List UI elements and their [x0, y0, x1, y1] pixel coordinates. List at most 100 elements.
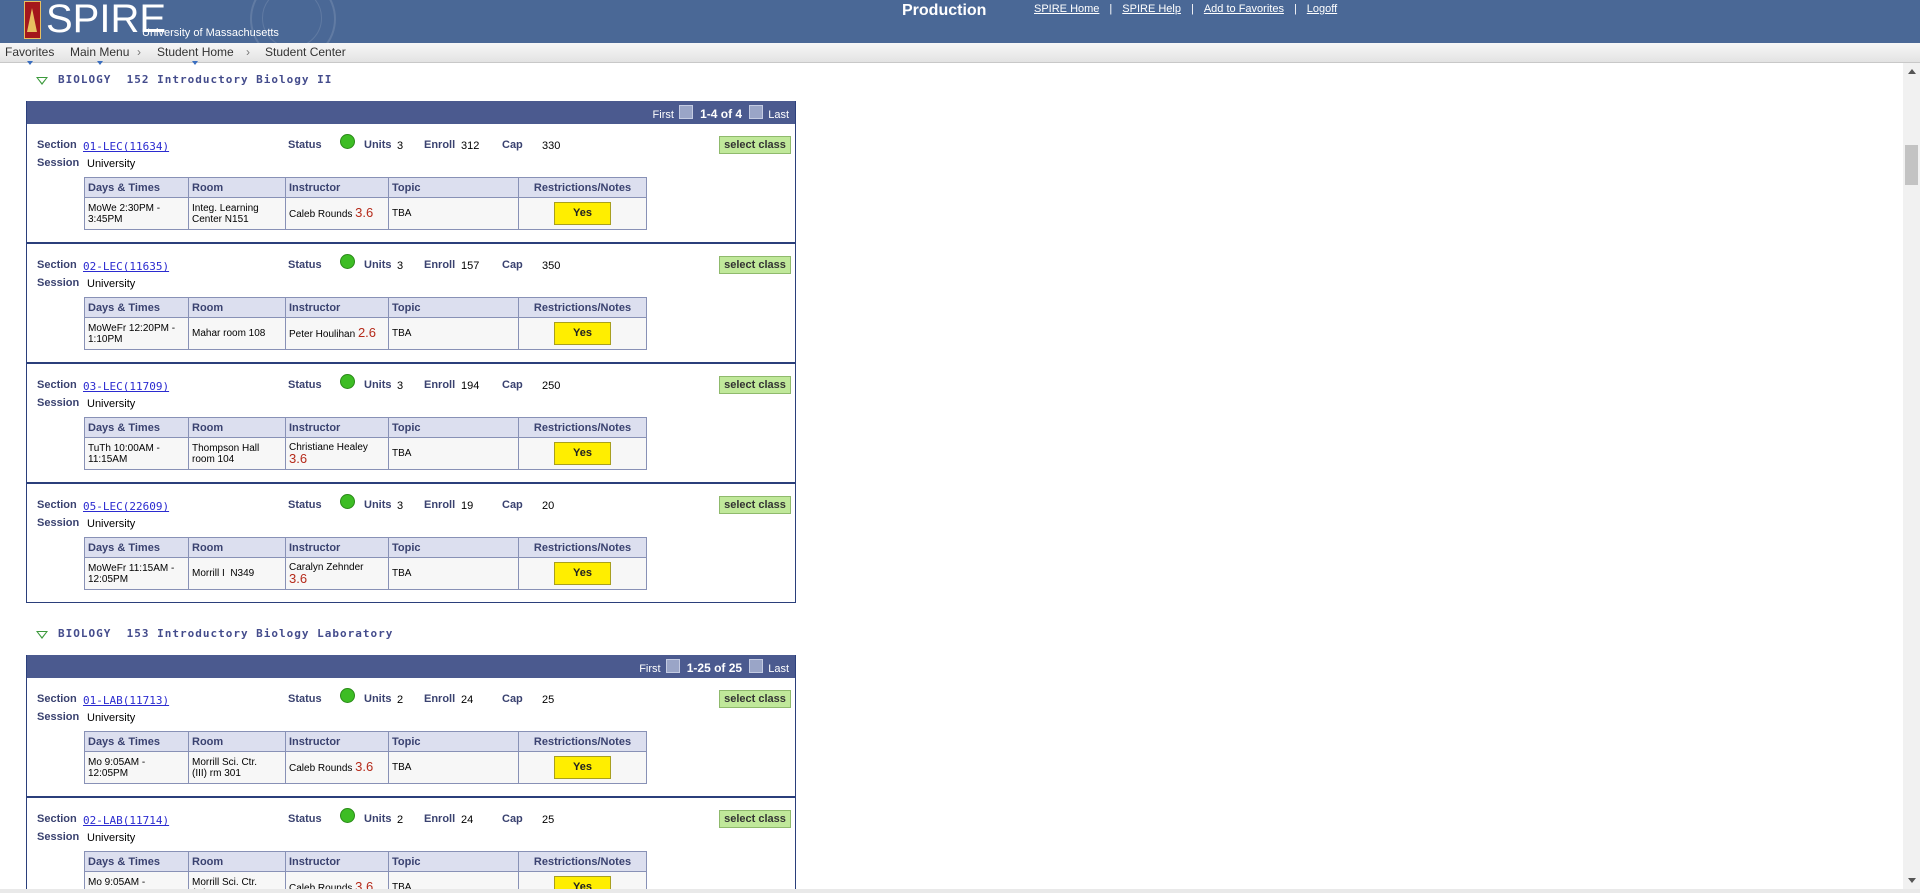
- col-days-times: Days & Times: [84, 177, 189, 198]
- room-cell: Morrill Sci. Ctr. (III) rm 301: [188, 751, 286, 784]
- topic-cell: TBA: [388, 317, 519, 350]
- col-days-times: Days & Times: [84, 731, 189, 752]
- scroll-down-icon[interactable]: [1908, 878, 1916, 883]
- collapse-triangle-icon[interactable]: [36, 77, 48, 85]
- col-restrictions: Restrictions/Notes: [518, 297, 647, 318]
- room-cell: Morrill I N349: [188, 557, 286, 590]
- course-header[interactable]: BIOLOGY 152 Introductory Biology II: [0, 63, 1900, 93]
- col-days-times: Days & Times: [84, 417, 189, 438]
- section-code-link[interactable]: 02-LAB(11714): [83, 814, 169, 827]
- prev-arrow-icon[interactable]: [679, 105, 693, 119]
- cap-value: 350: [542, 260, 561, 272]
- status-open-icon: [340, 134, 355, 149]
- section-code-link[interactable]: 05-LEC(22609): [83, 500, 169, 513]
- class-section: Section 05-LEC(22609) Status Units 3 Enr…: [27, 484, 795, 602]
- session-label: Session: [37, 831, 80, 843]
- select-class-button[interactable]: select class: [719, 376, 791, 394]
- meeting-table: Days & Times Room Instructor Topic Restr…: [84, 417, 647, 470]
- status-label: Status: [288, 379, 322, 391]
- first-link[interactable]: First: [653, 109, 674, 121]
- select-class-button[interactable]: select class: [719, 256, 791, 274]
- col-room: Room: [188, 731, 286, 752]
- grid-header: First 1-25 of 25 Last: [27, 655, 795, 678]
- section-code-link[interactable]: 01-LEC(11634): [83, 140, 169, 153]
- instructor-cell: Caleb Rounds 3.6: [285, 751, 389, 784]
- restrictions-yes-button[interactable]: Yes: [554, 202, 611, 225]
- horizontal-scrollbar[interactable]: [0, 889, 1920, 893]
- course-block: BIOLOGY 152 Introductory Biology II Firs…: [0, 63, 1900, 603]
- session-value: University: [87, 832, 136, 844]
- spire-home-link[interactable]: SPIRE Home: [1034, 3, 1099, 15]
- restrictions-cell: Yes: [518, 317, 647, 350]
- vertical-scrollbar[interactable]: [1903, 63, 1920, 889]
- instructor-cell: Caralyn Zehnder 3.6: [285, 557, 389, 590]
- units-label: Units: [364, 139, 392, 151]
- col-restrictions: Restrictions/Notes: [518, 731, 647, 752]
- cap-label: Cap: [502, 379, 523, 391]
- col-topic: Topic: [388, 537, 519, 558]
- last-link[interactable]: Last: [768, 663, 789, 675]
- header-links: SPIRE Home | SPIRE Help | Add to Favorites | L…: [1034, 3, 1338, 15]
- col-days-times: Days & Times: [84, 537, 189, 558]
- top-header: SPIRE University of Massachusetts Produc…: [0, 0, 1920, 62]
- days-times-cell: MoWe 2:30PM - 3:45PM: [84, 197, 189, 230]
- meeting-table: Days & Times Room Instructor Topic Restr…: [84, 537, 647, 590]
- class-section: Section 03-LEC(11709) Status Units 3 Enr…: [27, 364, 795, 484]
- cap-value: 250: [542, 380, 561, 392]
- session-label: Session: [37, 157, 80, 169]
- next-arrow-icon[interactable]: [749, 659, 764, 673]
- last-link[interactable]: Last: [768, 109, 789, 121]
- logoff-link[interactable]: Logoff: [1307, 3, 1337, 15]
- cap-value: 330: [542, 140, 561, 152]
- enroll-value: 24: [461, 814, 474, 826]
- section-label: Section: [37, 813, 77, 825]
- nav-student-home[interactable]: Student Home: [157, 45, 234, 65]
- restrictions-yes-button[interactable]: Yes: [554, 562, 611, 585]
- collapse-triangle-icon[interactable]: [36, 631, 48, 639]
- units-value: 3: [397, 260, 404, 272]
- nav-student-center[interactable]: Student Center: [265, 45, 346, 59]
- topic-cell: TBA: [388, 871, 519, 889]
- table-row: MoWeFr 12:20PM - 1:10PM Mahar room 108 P…: [84, 317, 647, 350]
- section-code-link[interactable]: 02-LEC(11635): [83, 260, 169, 273]
- add-to-favorites-link[interactable]: Add to Favorites: [1204, 3, 1284, 15]
- meeting-table: Days & Times Room Instructor Topic Restr…: [84, 731, 647, 784]
- restrictions-yes-button[interactable]: Yes: [554, 756, 611, 779]
- select-class-button[interactable]: select class: [719, 136, 791, 154]
- enroll-value: 312: [461, 140, 480, 152]
- scroll-up-icon[interactable]: [1908, 69, 1916, 74]
- instructor-rating: 3.6: [355, 205, 374, 220]
- course-header[interactable]: BIOLOGY 153 Introductory Biology Laborat…: [0, 617, 1900, 647]
- col-restrictions: Restrictions/Notes: [518, 537, 647, 558]
- col-topic: Topic: [388, 297, 519, 318]
- restrictions-cell: Yes: [518, 197, 647, 230]
- select-class-button[interactable]: select class: [719, 690, 791, 708]
- units-value: 3: [397, 380, 404, 392]
- nav-favorites[interactable]: Favorites: [5, 45, 54, 65]
- col-restrictions: Restrictions/Notes: [518, 851, 647, 872]
- restrictions-yes-button[interactable]: Yes: [554, 876, 611, 889]
- units-label: Units: [364, 693, 392, 705]
- section-code-link[interactable]: 01-LAB(11713): [83, 694, 169, 707]
- units-label: Units: [364, 259, 392, 271]
- restrictions-yes-button[interactable]: Yes: [554, 442, 611, 465]
- next-arrow-icon[interactable]: [749, 105, 764, 119]
- days-times-cell: Mo 9:05AM - 12:05PM: [84, 751, 189, 784]
- spire-help-link[interactable]: SPIRE Help: [1122, 3, 1181, 15]
- instructor-name: Peter Houlihan: [289, 329, 356, 340]
- prev-arrow-icon[interactable]: [665, 659, 680, 673]
- enroll-value: 19: [461, 500, 474, 512]
- nav-main-menu[interactable]: Main Menu: [70, 45, 129, 65]
- scroll-thumb[interactable]: [1905, 145, 1918, 185]
- first-link[interactable]: First: [639, 663, 660, 675]
- restrictions-yes-button[interactable]: Yes: [554, 322, 611, 345]
- select-class-button[interactable]: select class: [719, 810, 791, 828]
- status-open-icon: [340, 808, 355, 823]
- session-label: Session: [37, 397, 80, 409]
- instructor-name: Caleb Rounds: [289, 209, 353, 220]
- restrictions-cell: Yes: [518, 751, 647, 784]
- section-code-link[interactable]: 03-LEC(11709): [83, 380, 169, 393]
- course-title: BIOLOGY 153 Introductory Biology Laborat…: [58, 627, 394, 640]
- session-value: University: [87, 712, 136, 724]
- select-class-button[interactable]: select class: [719, 496, 791, 514]
